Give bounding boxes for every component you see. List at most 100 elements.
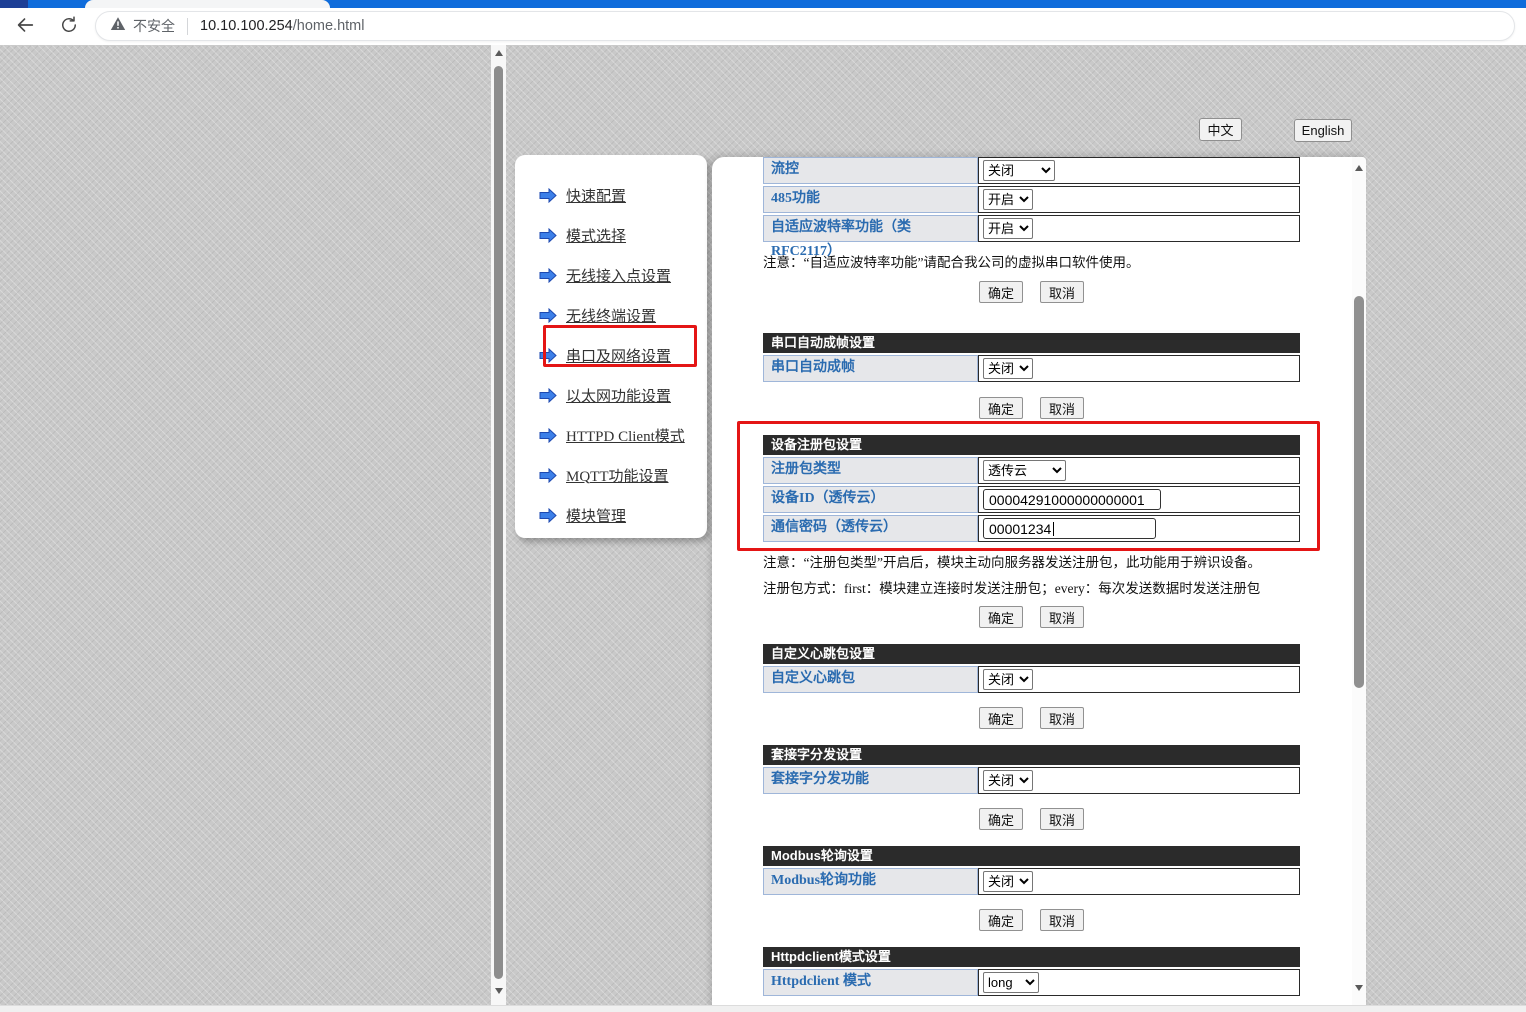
- content-scrollbar[interactable]: [1352, 157, 1366, 1005]
- auto-frame-select[interactable]: 关闭: [983, 358, 1033, 379]
- cancel-button[interactable]: 取消: [1040, 281, 1084, 303]
- sidebar-item-label[interactable]: MQTT功能设置: [566, 465, 669, 486]
- cancel-button[interactable]: 取消: [1040, 909, 1084, 931]
- cancel-button[interactable]: 取消: [1040, 606, 1084, 628]
- row-label: 自定义心跳包: [763, 666, 978, 693]
- sidebar-item-mqtt[interactable]: MQTT功能设置: [515, 455, 707, 495]
- table-row: 串口自动成帧 关闭: [763, 355, 1300, 382]
- blue-arrow-icon: [539, 348, 557, 363]
- button-row: 确定 取消: [763, 397, 1300, 419]
- security-label[interactable]: 不安全: [133, 16, 175, 36]
- browser-tab-edge[interactable]: [28, 0, 85, 8]
- reload-button[interactable]: [55, 13, 83, 41]
- confirm-button[interactable]: 确定: [979, 606, 1023, 628]
- table-row: Modbus轮询功能 关闭: [763, 868, 1300, 895]
- sidebar-item-quick-config[interactable]: 快速配置: [515, 175, 707, 215]
- confirm-button[interactable]: 确定: [979, 808, 1023, 830]
- sidebar-menu: 快速配置 模式选择 无线接入点设置 无线终端设置 串口及网络设置 以太网功能设置…: [515, 155, 707, 538]
- scroll-down-arrow-icon[interactable]: [1355, 985, 1363, 991]
- sidebar-item-label[interactable]: 无线终端设置: [566, 305, 656, 326]
- row-label: 485功能: [763, 186, 978, 213]
- httpdclient-mode-select[interactable]: long: [983, 972, 1039, 993]
- note-register-2: 注册包方式：first：模块建立连接时发送注册包；every：每次发送数据时发送…: [763, 580, 1300, 597]
- section-header: Httpdclient模式设置: [763, 947, 1300, 967]
- sidebar-item-label[interactable]: 以太网功能设置: [566, 385, 671, 406]
- row-label: 通信密码（透传云）: [763, 515, 978, 542]
- sidebar-item-label[interactable]: 串口及网络设置: [566, 345, 671, 366]
- horizontal-scrollbar-track[interactable]: [0, 1005, 1526, 1012]
- sidebar-item-mode-select[interactable]: 模式选择: [515, 215, 707, 255]
- sidebar-item-label[interactable]: 模式选择: [566, 225, 626, 246]
- blue-arrow-icon: [539, 228, 557, 243]
- heartbeat-select[interactable]: 关闭: [983, 669, 1033, 690]
- confirm-button[interactable]: 确定: [979, 909, 1023, 931]
- note-register-1: 注意：“注册包类型”开启后，模块主动向服务器发送注册包，此功能用于辨识设备。: [763, 554, 1300, 571]
- back-button[interactable]: [11, 13, 39, 41]
- reload-icon: [59, 15, 79, 40]
- confirm-button[interactable]: 确定: [979, 281, 1023, 303]
- table-row: 注册包类型 透传云: [763, 457, 1300, 484]
- back-arrow-icon: [14, 14, 36, 41]
- cancel-button[interactable]: 取消: [1040, 397, 1084, 419]
- config-table-auto-frame: 串口自动成帧设置 串口自动成帧 关闭: [763, 333, 1300, 382]
- blue-arrow-icon: [539, 268, 557, 283]
- outer-scrollbar[interactable]: [491, 45, 506, 1005]
- row-label: Modbus轮询功能: [763, 868, 978, 895]
- outer-scrollbar-thumb[interactable]: [494, 66, 503, 979]
- rs485-select[interactable]: 开启: [983, 189, 1033, 210]
- adaptive-baud-select[interactable]: 开启: [983, 218, 1033, 239]
- section-header: 自定义心跳包设置: [763, 644, 1300, 664]
- row-label: 流控: [763, 157, 978, 184]
- sidebar-item-label[interactable]: 模块管理: [566, 505, 626, 526]
- socket-dispatch-select[interactable]: 关闭: [983, 770, 1033, 791]
- config-table-register-packet: 设备注册包设置 注册包类型 透传云 设备ID（透传云） 通信密码（透传云）: [763, 435, 1300, 542]
- sidebar-item-httpd-client[interactable]: HTTPD Client模式: [515, 415, 707, 455]
- confirm-button[interactable]: 确定: [979, 707, 1023, 729]
- scroll-up-arrow-icon[interactable]: [495, 50, 503, 56]
- row-label: 套接字分发功能: [763, 767, 978, 794]
- active-tab-top[interactable]: [85, 0, 330, 8]
- url-host[interactable]: 10.10.100.254: [200, 18, 293, 34]
- confirm-button[interactable]: 确定: [979, 397, 1023, 419]
- note-adaptive-baud: 注意：“自适应波特率功能”请配合我公司的虚拟串口软件使用。: [763, 254, 1300, 271]
- text-caret: [1053, 522, 1054, 536]
- sidebar-item-wireless-ap[interactable]: 无线接入点设置: [515, 255, 707, 295]
- url-path[interactable]: /home.html: [293, 18, 365, 34]
- button-row: 确定 取消: [763, 281, 1300, 303]
- english-language-button[interactable]: English: [1294, 119, 1352, 142]
- main-content-panel: 流控 关闭 485功能 开启 自适应波特率功能（类RFC2117） 开启: [712, 157, 1366, 1012]
- sidebar-item-label[interactable]: 快速配置: [566, 185, 626, 206]
- table-row: Httpdclient 模式 long: [763, 969, 1300, 996]
- table-row: 套接字分发功能 关闭: [763, 767, 1300, 794]
- cancel-button[interactable]: 取消: [1040, 707, 1084, 729]
- section-header: 串口自动成帧设置: [763, 333, 1300, 353]
- flow-control-select[interactable]: 关闭: [983, 160, 1055, 181]
- address-bar[interactable]: 不安全 10.10.100.254/home.html: [95, 11, 1515, 41]
- row-label: 设备ID（透传云）: [763, 486, 978, 513]
- security-warning-icon[interactable]: [110, 16, 126, 36]
- device-id-input[interactable]: [983, 489, 1161, 510]
- blue-arrow-icon: [539, 468, 557, 483]
- table-row: 设备ID（透传云）: [763, 486, 1300, 513]
- sidebar-item-module-manage[interactable]: 模块管理: [515, 495, 707, 535]
- section-header: Modbus轮询设置: [763, 846, 1300, 866]
- sidebar-item-serial-network[interactable]: 串口及网络设置: [515, 335, 707, 375]
- comm-password-input[interactable]: [983, 518, 1156, 539]
- sidebar-item-ethernet[interactable]: 以太网功能设置: [515, 375, 707, 415]
- blue-arrow-icon: [539, 388, 557, 403]
- row-label: Httpdclient 模式: [763, 969, 978, 996]
- sidebar-item-label[interactable]: HTTPD Client模式: [566, 425, 685, 446]
- page-background: 中文 English 快速配置 模式选择 无线接入点设置 无线终端设置 串口及网…: [0, 45, 1526, 1012]
- register-type-select[interactable]: 透传云: [983, 460, 1066, 481]
- sidebar-item-wireless-sta[interactable]: 无线终端设置: [515, 295, 707, 335]
- sidebar-item-label[interactable]: 无线接入点设置: [566, 265, 671, 286]
- row-label: 串口自动成帧: [763, 355, 978, 382]
- chinese-language-button[interactable]: 中文: [1199, 118, 1242, 141]
- cancel-button[interactable]: 取消: [1040, 808, 1084, 830]
- browser-titlebar: [0, 0, 1526, 8]
- content-scrollbar-thumb[interactable]: [1354, 296, 1364, 688]
- scroll-down-arrow-icon[interactable]: [495, 988, 503, 994]
- config-table-serial-params: 流控 关闭 485功能 开启 自适应波特率功能（类RFC2117） 开启: [763, 157, 1300, 242]
- scroll-up-arrow-icon[interactable]: [1355, 165, 1363, 171]
- modbus-poll-select[interactable]: 关闭: [983, 871, 1033, 892]
